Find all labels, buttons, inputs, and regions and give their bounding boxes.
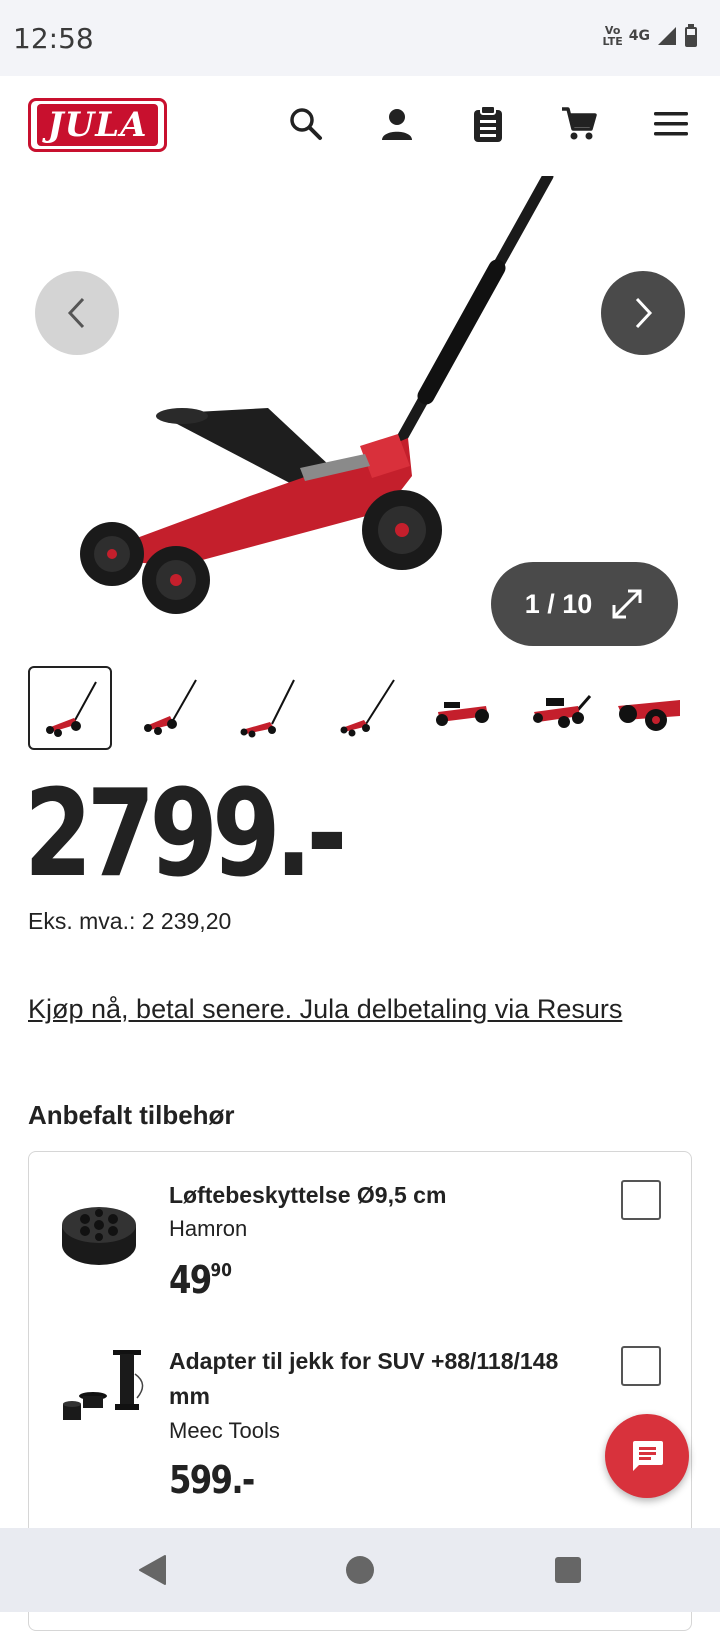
- accessory-name[interactable]: Adapter til jekk for SUV +88/118/148 mm: [169, 1344, 589, 1414]
- accessory-image: [62, 1207, 136, 1265]
- back-button[interactable]: [132, 1550, 172, 1590]
- hamburger-icon: [654, 112, 688, 136]
- thumbnail-4[interactable]: [322, 666, 406, 750]
- battery-icon: [685, 24, 697, 47]
- chevron-right-icon: [635, 297, 653, 329]
- price-main: 599.-: [169, 1458, 255, 1502]
- home-button[interactable]: [340, 1550, 380, 1590]
- thumbnail-3[interactable]: [224, 666, 308, 750]
- thumbnail-1[interactable]: [28, 666, 112, 750]
- thumbnail-7[interactable]: [616, 666, 682, 750]
- pay-later-link[interactable]: Kjøp nå, betal senere. Jula delbetaling …: [28, 994, 622, 1025]
- thumbnail-image: [144, 679, 197, 735]
- accessory-brand: Hamron: [169, 1216, 248, 1241]
- image-counter: 1 / 10: [524, 588, 593, 619]
- logo-text: JULA: [37, 104, 158, 146]
- product-gallery[interactable]: 1 / 10: [0, 176, 720, 651]
- status-icons: Vo LTE 4G: [603, 24, 698, 48]
- account-button[interactable]: [377, 104, 417, 144]
- jula-logo[interactable]: JULA: [28, 98, 167, 152]
- system-nav-bar: [0, 1528, 720, 1612]
- thumbnail-2[interactable]: [126, 666, 210, 750]
- volte-indicator: Vo LTE: [603, 25, 623, 47]
- shopping-list-button[interactable]: [468, 104, 508, 144]
- clipboard-icon: [474, 105, 502, 142]
- thumbnail-6[interactable]: [518, 666, 602, 750]
- accessory-price: 599.-: [169, 1458, 255, 1502]
- status-bar: 12:58 Vo LTE 4G: [0, 0, 720, 76]
- thumbnail-image: [240, 679, 295, 738]
- accessory-name[interactable]: Løftebeskyttelse Ø9,5 cm: [169, 1178, 589, 1213]
- price-ex-vat: Eks. mva.: 2 239,20: [28, 908, 232, 934]
- menu-button[interactable]: [651, 104, 691, 144]
- expand-icon: [612, 589, 642, 619]
- user-icon: [382, 109, 412, 140]
- accessory-image: [63, 1350, 144, 1420]
- thumbnail-image: [340, 679, 395, 737]
- lte-label: LTE: [602, 35, 623, 48]
- thumbnail-image: [618, 700, 680, 731]
- thumbnail-5[interactable]: [420, 666, 504, 750]
- thumbnail-image: [533, 695, 592, 728]
- price-main: 49: [169, 1258, 212, 1302]
- previous-image-button[interactable]: [35, 271, 119, 355]
- back-triangle-icon: [139, 1555, 166, 1585]
- accessory-checkbox[interactable]: [621, 1346, 661, 1386]
- chat-button[interactable]: [605, 1414, 689, 1498]
- thumbnail-image: [46, 681, 97, 737]
- cart-button[interactable]: [559, 104, 599, 144]
- search-button[interactable]: [286, 104, 326, 144]
- cart-icon: [562, 107, 597, 140]
- price-cents: 90: [210, 1260, 232, 1281]
- recents-square-icon: [555, 1557, 581, 1583]
- next-image-button[interactable]: [601, 271, 685, 355]
- accessories-heading: Anbefalt tilbehør: [28, 1100, 235, 1130]
- accessory-brand: Meec Tools: [169, 1418, 280, 1443]
- accessory-price: 4990: [169, 1258, 232, 1302]
- site-header: JULA: [0, 76, 720, 176]
- thumbnail-strip[interactable]: [0, 666, 720, 752]
- fullscreen-button[interactable]: 1 / 10: [491, 562, 678, 646]
- thumbnail-image: [436, 702, 489, 726]
- signal-icon: [658, 27, 676, 45]
- chevron-left-icon: [67, 297, 85, 329]
- chat-icon: [633, 1441, 663, 1471]
- product-price: 2799.-: [24, 765, 347, 904]
- search-icon: [290, 108, 322, 140]
- status-time: 12:58: [13, 22, 94, 55]
- recents-button[interactable]: [548, 1550, 588, 1590]
- home-circle-icon: [346, 1556, 374, 1584]
- accessory-checkbox[interactable]: [621, 1180, 661, 1220]
- network-type: 4G: [628, 28, 650, 44]
